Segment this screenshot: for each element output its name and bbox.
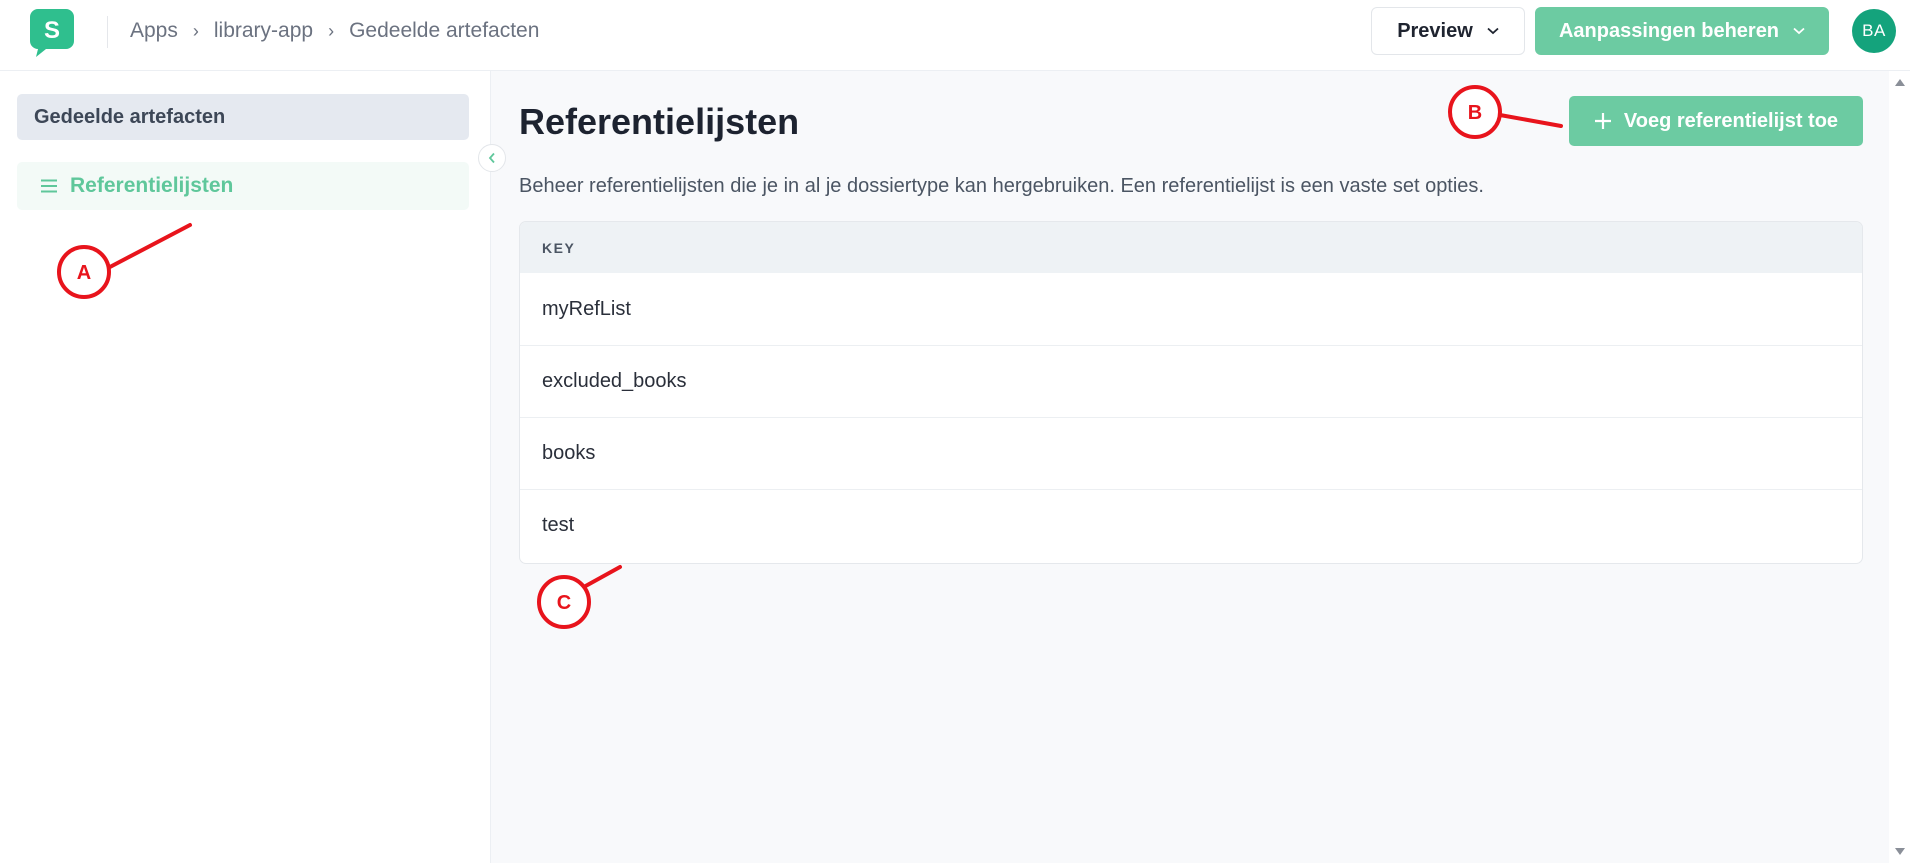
breadcrumb-apps[interactable]: Apps [130,19,178,43]
app-window: S Apps › library-app › Gedeelde artefact… [0,0,1910,863]
breadcrumb-current: Gedeelde artefacten [349,19,540,42]
page-title: Referentielijsten [519,101,800,142]
preview-label: Preview [1397,19,1473,42]
breadcrumb-separator: › [192,20,199,41]
sidebar-item-referentielijsten[interactable]: Referentielijsten [17,162,469,210]
main-content: Referentielijsten Voeg referentielijst t… [491,71,1889,863]
breadcrumb-library-app[interactable]: library-app [214,19,313,43]
table-row[interactable]: test [520,489,1862,561]
scroll-down-arrow-icon[interactable] [1895,848,1905,855]
menu-lines-icon [41,179,57,193]
breadcrumb-separator: › [328,20,335,41]
user-avatar[interactable]: BA [1852,9,1896,53]
table-row[interactable]: myRefList [520,273,1862,345]
header-divider [107,16,108,48]
app-logo[interactable]: S [30,9,74,57]
sidebar-item-label: Referentielijsten [70,174,234,197]
sidebar: Gedeelde artefacten Referentielijsten [0,71,491,863]
table-body: myRefList excluded_books books test [520,273,1862,561]
table-header-key[interactable]: KEY [520,222,1862,273]
breadcrumb: Apps › library-app › Gedeelde artefacten [130,18,539,44]
chevron-down-icon [1793,27,1805,35]
chevron-down-icon [1487,27,1499,35]
top-bar: S Apps › library-app › Gedeelde artefact… [0,0,1910,71]
reference-list-table: KEY myRefList excluded_books books test [519,221,1863,564]
add-reference-list-label: Voeg referentielijst toe [1623,109,1839,132]
collapse-sidebar-button[interactable] [478,144,506,172]
table-row[interactable]: excluded_books [520,345,1862,417]
vertical-scrollbar[interactable] [1889,71,1910,863]
plus-icon [1594,113,1611,129]
table-row[interactable]: books [520,417,1862,489]
add-reference-list-button[interactable]: Voeg referentielijst toe [1569,96,1863,146]
sidebar-heading: Gedeelde artefacten [17,94,469,140]
preview-button[interactable]: Preview [1371,7,1525,55]
manage-changes-button[interactable]: Aanpassingen beheren [1535,7,1829,55]
chevron-left-icon [488,152,495,164]
page-description: Beheer referentielijsten die je in al je… [519,175,1484,197]
logo-letter: S [44,17,60,44]
manage-changes-label: Aanpassingen beheren [1558,19,1780,42]
scroll-up-arrow-icon[interactable] [1895,79,1905,86]
